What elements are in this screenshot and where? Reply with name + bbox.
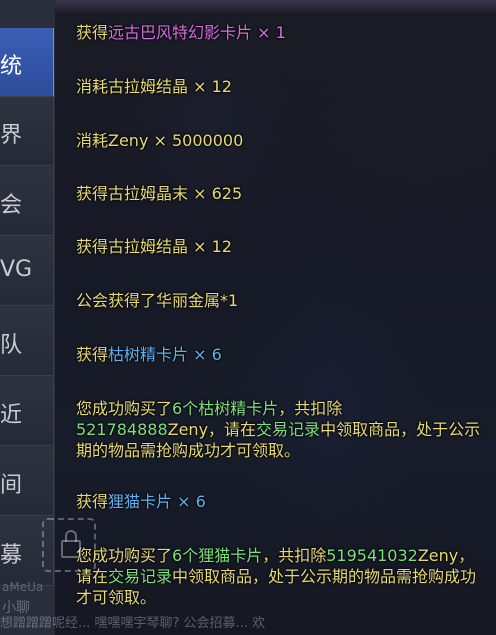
message-segment: 获得古拉姆结晶	[76, 237, 189, 256]
panel-top-fade	[55, 0, 496, 14]
chat-message[interactable]: 获得枯树精卡片 × 6	[76, 344, 481, 365]
chat-message-panel[interactable]: 获得远古巴风特幻影卡片 × 1 消耗古拉姆结晶 × 12 消耗Zeny × 5000…	[55, 0, 496, 635]
channel-tab-6[interactable]: 间	[0, 447, 54, 516]
message-segment[interactable]: 519541032	[326, 546, 418, 565]
bottom-chat-preview: 想蹭蹭蹭呢经... 嘿嘿嘿宇琴聊? 公会招募... 欢	[0, 616, 266, 631]
chat-message[interactable]: 获得古拉姆晶末 × 625	[76, 183, 481, 204]
message-segment[interactable]: × 6	[188, 345, 222, 364]
message-segment: 获得古拉姆晶末	[76, 184, 189, 203]
message-segment: ，共扣除	[278, 399, 343, 418]
lock-icon[interactable]	[42, 518, 96, 572]
channel-tab-label: 队	[0, 333, 23, 358]
message-segment[interactable]: 远古巴风特幻影卡片	[108, 23, 252, 42]
player-name-watermark: aMeUa	[2, 580, 44, 594]
chat-message[interactable]: 公会获得了华丽金属*1	[76, 290, 481, 311]
channel-tab-label: 募	[0, 543, 23, 568]
chat-message[interactable]: 消耗古拉姆结晶 × 12	[76, 76, 481, 97]
message-segment[interactable]: × 1	[252, 23, 286, 42]
message-segment: 获得	[76, 23, 109, 42]
chat-message[interactable]: 获得古拉姆结晶 × 12	[76, 236, 481, 257]
message-segment: × 12	[188, 237, 232, 256]
channel-tab-label: 近	[0, 403, 23, 428]
channel-tab-1[interactable]: 界	[0, 97, 54, 166]
message-segment: × 12	[188, 77, 232, 96]
chat-message[interactable]: 您成功购买了6个枯树精卡片，共扣除521784888Zeny，请在交易记录中领取…	[76, 398, 481, 461]
message-segment[interactable]: 6个枯树精卡片	[172, 399, 278, 418]
chat-message[interactable]: 获得狸猫卡片 × 6	[76, 491, 481, 512]
message-segment[interactable]: 狸猫卡片	[108, 492, 172, 511]
channel-tab-label: VG	[0, 257, 33, 282]
message-segment[interactable]: 枯树精卡片	[108, 345, 188, 364]
channel-tab-0[interactable]: 统	[0, 28, 54, 97]
channel-tab-label: 间	[0, 473, 23, 498]
message-segment[interactable]: 6个狸猫卡片	[172, 546, 262, 565]
channel-tab-4[interactable]: 队	[0, 307, 54, 376]
channel-tab-5[interactable]: 近	[0, 377, 54, 446]
channel-tab-label: 会	[0, 193, 23, 218]
chat-message[interactable]: 获得远古巴风特幻影卡片 × 1	[76, 22, 481, 43]
channel-tab-3[interactable]: VG	[0, 237, 54, 306]
message-segment: 获得	[76, 492, 109, 511]
message-segment: 消耗古拉姆结晶	[76, 77, 189, 96]
message-segment: × 625	[188, 184, 243, 203]
channel-tab-label: 统	[0, 54, 23, 79]
channel-tab-2[interactable]: 会	[0, 167, 54, 236]
message-segment[interactable]: 521784888	[76, 420, 168, 439]
chat-message[interactable]: 您成功购买了6个狸猫卡片，共扣除519541032Zeny，请在交易记录中领取商…	[76, 545, 481, 608]
message-segment: 公会获得了华丽金属*1	[76, 291, 239, 310]
message-segment: × 5000000	[148, 131, 244, 150]
message-segment[interactable]: × 6	[172, 492, 206, 511]
message-segment: Zeny，请在	[167, 420, 257, 439]
message-segment: 消耗Zeny	[76, 131, 149, 150]
message-segment[interactable]: 交易记录	[256, 420, 320, 439]
chat-message[interactable]: 消耗Zeny × 5000000	[76, 130, 481, 151]
channel-tab-label: 界	[0, 123, 23, 148]
message-segment: 您成功购买了	[76, 399, 173, 418]
message-segment: 获得	[76, 345, 109, 364]
message-segment[interactable]: 交易记录	[108, 567, 172, 586]
message-segment: ，共扣除	[262, 546, 327, 565]
